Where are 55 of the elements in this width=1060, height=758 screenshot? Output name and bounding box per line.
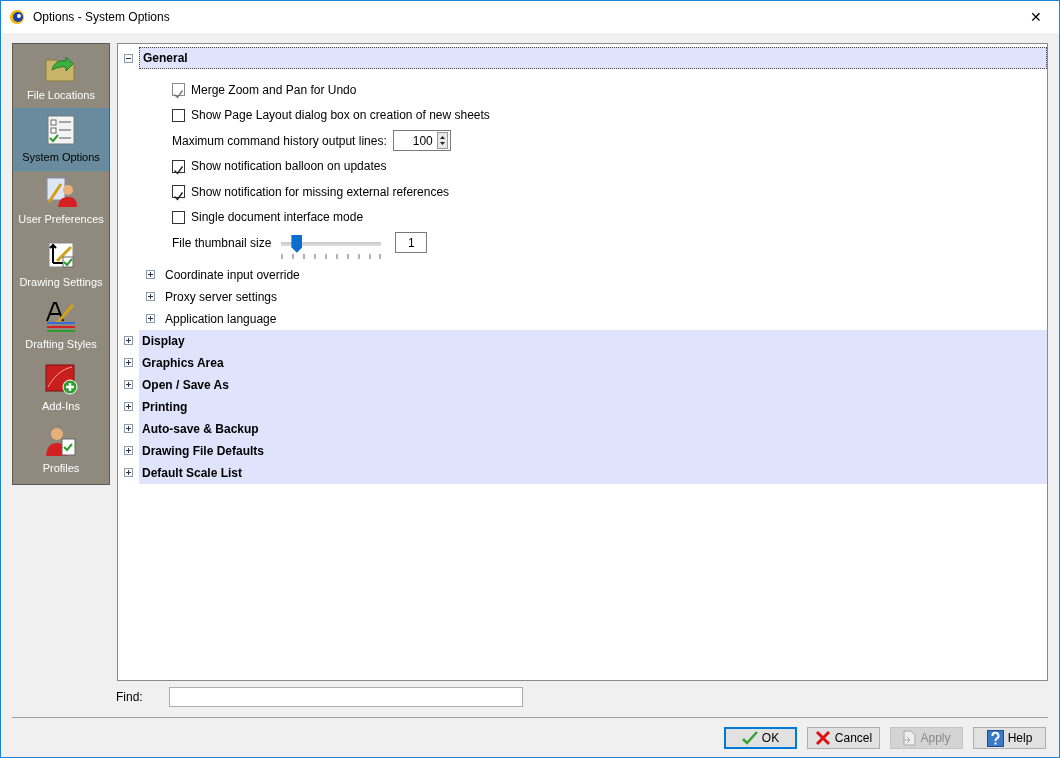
number-spinner[interactable]: 100	[392, 130, 451, 152]
checkbox[interactable]	[172, 159, 185, 173]
expand-icon[interactable]	[124, 336, 133, 345]
option-label: Maximum command history output lines:	[172, 132, 387, 150]
section-header[interactable]: Display	[139, 329, 1047, 352]
tree-item[interactable]: Proxy server settings	[165, 287, 278, 306]
window-title: Options - System Options	[33, 9, 170, 26]
dialog-button[interactable]: OK	[724, 727, 797, 749]
check-icon	[741, 731, 758, 745]
checkbox[interactable]	[172, 185, 185, 199]
section-header[interactable]: General	[139, 47, 1047, 69]
checklist-icon	[46, 114, 76, 147]
tree-item[interactable]: Coordinate input override	[165, 265, 300, 284]
section-header[interactable]: Open / Save As	[139, 373, 1047, 396]
checkbox-label: Show notification for missing external references	[191, 183, 450, 201]
expand-icon[interactable]	[146, 270, 155, 279]
slider-value: 1	[395, 232, 428, 254]
section-header[interactable]: Printing	[139, 395, 1047, 418]
dialog-button[interactable]: Help	[973, 727, 1046, 749]
expand-icon[interactable]	[146, 292, 155, 301]
checkbox[interactable]	[172, 210, 185, 224]
section-header[interactable]: Graphics Area	[139, 351, 1047, 374]
slider-thumb[interactable]	[291, 234, 303, 253]
help-icon	[986, 729, 1004, 747]
document-icon	[902, 730, 917, 746]
close-icon	[814, 730, 831, 746]
option-label: File thumbnail size	[172, 234, 272, 252]
user-pencil-icon	[45, 176, 77, 209]
tree-item[interactable]: Application language	[165, 309, 277, 328]
expand-icon[interactable]	[124, 402, 133, 411]
add-in-icon	[44, 363, 78, 396]
expand-icon[interactable]	[124, 424, 133, 433]
checkbox-label: Show Page Layout dialog box on creation of new sheets	[191, 107, 490, 125]
checkbox-label: Show notification balloon on updates	[191, 158, 387, 176]
expand-icon[interactable]	[124, 468, 133, 477]
find-label: Find:	[116, 689, 143, 706]
checkbox-label: Single document interface mode	[191, 209, 364, 227]
expand-icon[interactable]	[124, 446, 133, 455]
dialog-button[interactable]: Cancel	[807, 727, 880, 749]
text-style-icon	[45, 300, 77, 333]
section-header[interactable]: Drawing File Defaults	[139, 439, 1047, 462]
section-header[interactable]: Auto-save & Backup	[139, 417, 1047, 440]
section-header[interactable]: Default Scale List	[139, 461, 1047, 484]
find-field[interactable]	[168, 687, 523, 707]
expand-icon[interactable]	[146, 314, 155, 323]
expand-icon[interactable]	[124, 380, 133, 389]
spinner-arrows-icon[interactable]	[436, 132, 448, 150]
expand-icon[interactable]	[124, 358, 133, 367]
collapse-icon[interactable]	[124, 53, 133, 63]
app-logo-icon	[9, 9, 25, 25]
sidebar-item[interactable]: System Options	[13, 108, 109, 171]
profile-icon	[45, 425, 77, 458]
close-button[interactable]: ✕	[1013, 1, 1059, 33]
checkbox-label: Merge Zoom and Pan for Undo	[191, 81, 357, 99]
checkbox[interactable]	[172, 108, 185, 122]
